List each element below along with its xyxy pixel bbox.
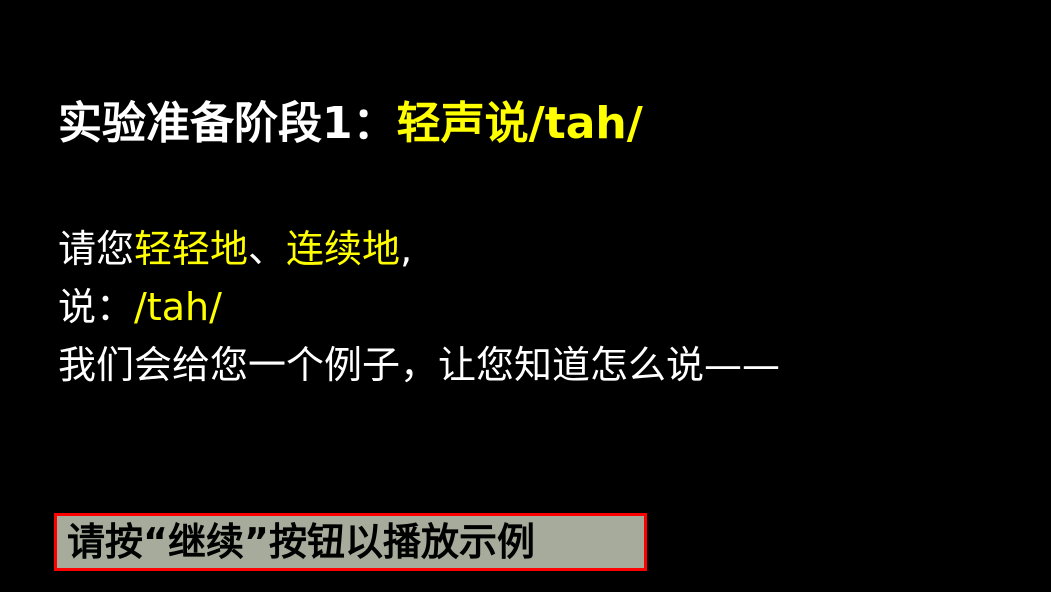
body-line-1-part-3: 、 (248, 227, 287, 271)
body-line-2-part-1: 说： (58, 285, 135, 329)
title-highlight: 轻声说/tah/ (396, 98, 643, 149)
page-title: 实验准备阶段1：轻声说/tah/ (58, 92, 643, 156)
title-prefix: 实验准备阶段1： (58, 98, 397, 149)
body-line-1-part-5: , (400, 227, 413, 271)
continue-instruction-text: 请按“继续”按钮以播放示例 (67, 520, 535, 564)
body-line-2-part-2: /tah/ (134, 285, 222, 329)
slide: 实验准备阶段1：轻声说/tah/ 请您轻轻地、连续地, 说：/tah/ 我们会给… (0, 0, 1051, 592)
body-line-1-part-1: 请您 (58, 227, 135, 271)
instructions-text: 请您轻轻地、连续地, 说：/tah/ 我们会给您一个例子，让您知道怎么说—— (58, 220, 780, 394)
body-line-3: 我们会给您一个例子，让您知道怎么说—— (58, 343, 781, 387)
body-line-1-part-2: 轻轻地 (134, 227, 249, 271)
continue-instruction-box: 请按“继续”按钮以播放示例 (54, 513, 647, 571)
body-line-2: 说：/tah/ (58, 278, 780, 336)
body-line-1-part-4: 连续地 (286, 227, 401, 271)
body-line-1: 请您轻轻地、连续地, (58, 220, 780, 278)
